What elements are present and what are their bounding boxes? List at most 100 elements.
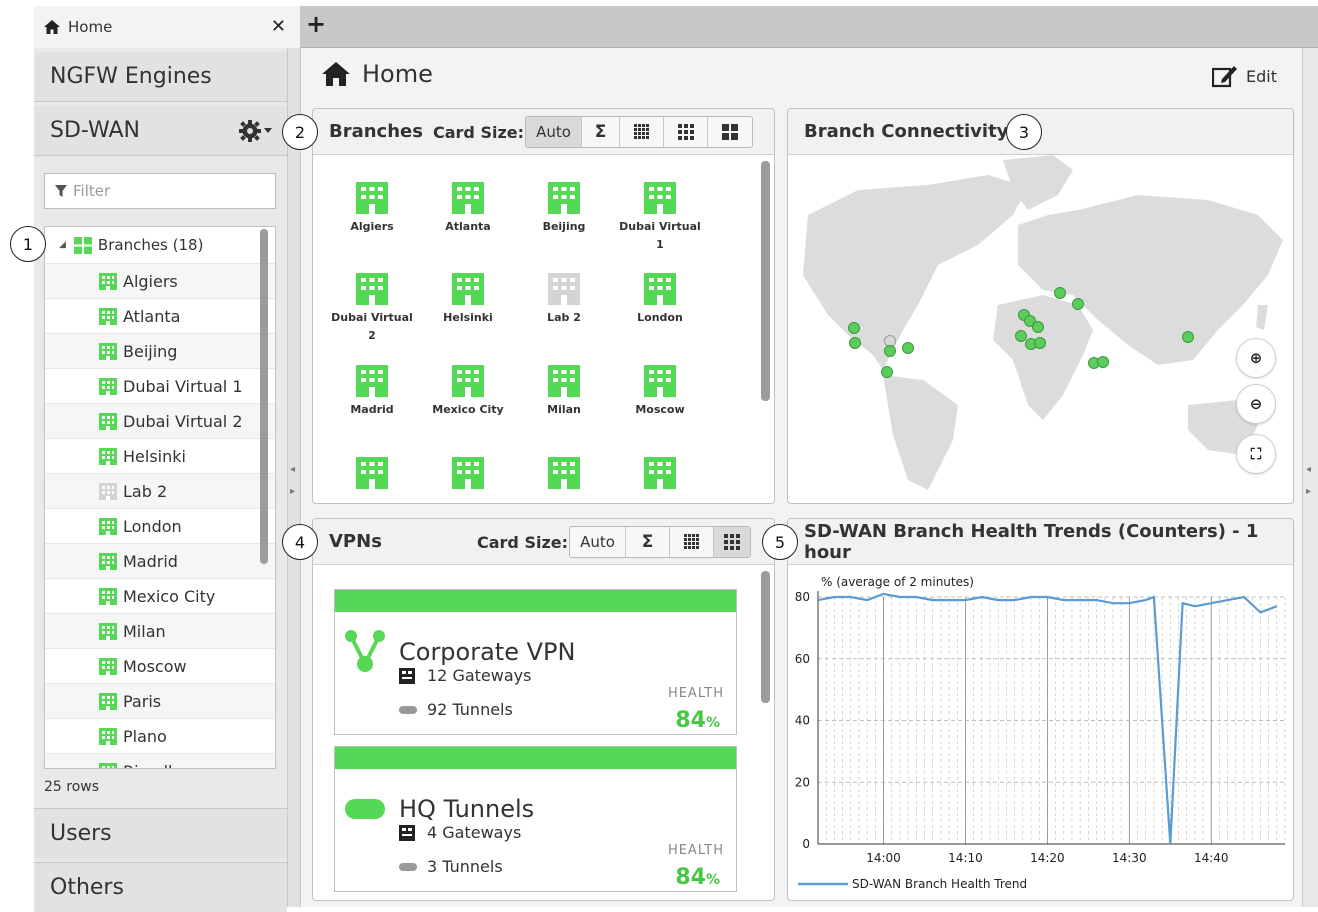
- card-size-auto[interactable]: Auto: [526, 117, 582, 147]
- vpns-scrollbar[interactable]: [761, 571, 770, 703]
- branch-card[interactable]: Mexico City: [423, 365, 513, 419]
- card-size-sum[interactable]: Σ: [582, 117, 620, 147]
- vpn-card-size-medium[interactable]: [714, 527, 750, 557]
- map-marker[interactable]: [884, 345, 896, 357]
- map-marker[interactable]: [1054, 287, 1066, 299]
- branch-card[interactable]: Madrid: [327, 365, 417, 419]
- branch-building-icon: [452, 457, 484, 489]
- map-marker[interactable]: [902, 342, 914, 354]
- branch-card[interactable]: Dubai Virtual 1: [615, 182, 705, 254]
- branch-card[interactable]: London: [615, 273, 705, 327]
- right-splitter[interactable]: ◂ ▸: [1302, 48, 1318, 907]
- tree-item-label: Beijing: [123, 341, 178, 361]
- tab-home[interactable]: Home ✕: [34, 6, 300, 48]
- map-marker[interactable]: [849, 337, 861, 349]
- y-axis-label: % (average of 2 minutes): [821, 575, 974, 589]
- zoom-in-button[interactable]: ⊕: [1236, 338, 1276, 378]
- card-size-large[interactable]: [708, 117, 752, 147]
- branches-card-size-selector[interactable]: Auto Σ: [525, 116, 753, 148]
- vpns-card-size-selector[interactable]: Auto Σ: [569, 526, 751, 558]
- branch-card[interactable]: [327, 457, 417, 493]
- tree-item[interactable]: London: [45, 508, 275, 543]
- tree-item[interactable]: Madrid: [45, 543, 275, 578]
- tree-item[interactable]: Paris: [45, 683, 275, 718]
- branch-card[interactable]: [423, 457, 513, 493]
- sidebar-section-users[interactable]: Users: [34, 808, 287, 858]
- tree-root-branches[interactable]: ◢ Branches (18): [45, 227, 275, 263]
- branches-title: Branches: [329, 121, 423, 142]
- map-marker[interactable]: [1032, 321, 1044, 333]
- branch-card[interactable]: Helsinki: [423, 273, 513, 327]
- health-trend-chart[interactable]: 0 20 40 60 80 14:00 14:10 14:20 14:30 14:40 % (ave…: [788, 565, 1293, 900]
- map-marker[interactable]: [848, 322, 860, 334]
- tree-item[interactable]: Dubai Virtual 1: [45, 368, 275, 403]
- branch-building-icon: [548, 365, 580, 397]
- sidebar-section-ngfw[interactable]: NGFW Engines: [34, 52, 287, 102]
- branch-card[interactable]: [519, 457, 609, 493]
- branch-card[interactable]: Algiers: [327, 182, 417, 236]
- sidebar-section-others[interactable]: Others: [34, 862, 287, 912]
- tree-item-label: Milan: [123, 621, 166, 641]
- vpn-health-value: 84%: [675, 708, 720, 733]
- branches-scrollbar[interactable]: [761, 161, 770, 401]
- vpn-card-size-small[interactable]: [670, 527, 714, 557]
- branch-card[interactable]: [615, 457, 705, 493]
- vpn-card-size-auto[interactable]: Auto: [570, 527, 626, 557]
- tree-item[interactable]: Dubai Virtual 2: [45, 403, 275, 438]
- world-map[interactable]: [788, 155, 1293, 503]
- branch-card[interactable]: Beijing: [519, 182, 609, 236]
- collapse-left-icon[interactable]: ◂: [290, 464, 295, 475]
- map-marker[interactable]: [1072, 298, 1084, 310]
- vpn-name: Corporate VPN: [399, 638, 576, 666]
- card-size-medium[interactable]: [664, 117, 708, 147]
- branch-card[interactable]: Dubai Virtual 2: [327, 273, 417, 345]
- map-marker[interactable]: [1182, 331, 1194, 343]
- tree-item[interactable]: Atlanta: [45, 298, 275, 333]
- expand-right-icon[interactable]: ▸: [290, 486, 295, 497]
- map-marker[interactable]: [1097, 356, 1109, 368]
- close-tab-icon[interactable]: ✕: [271, 16, 286, 37]
- sidebar-splitter[interactable]: ◂ ▸: [287, 48, 301, 907]
- tree-item[interactable]: Beijing: [45, 333, 275, 368]
- branch-card[interactable]: Atlanta: [423, 182, 513, 236]
- branch-card[interactable]: Moscow: [615, 365, 705, 419]
- vpn-card-corporate[interactable]: Corporate VPN 12 Gateways 92 Tunnels HEA…: [334, 589, 737, 735]
- users-label: Users: [50, 821, 112, 846]
- zoom-out-button[interactable]: ⊖: [1236, 384, 1276, 424]
- tree-item[interactable]: Plano: [45, 718, 275, 753]
- tree-root-label: Branches (18): [97, 236, 204, 254]
- gear-icon[interactable]: [239, 120, 273, 142]
- row-count: 25 rows: [44, 779, 100, 795]
- sidebar-section-sdwan[interactable]: SD-WAN: [34, 106, 287, 156]
- map-marker[interactable]: [1015, 330, 1027, 342]
- tree-item-label: Moscow: [123, 656, 187, 676]
- branch-card[interactable]: Milan: [519, 365, 609, 419]
- branch-card[interactable]: Lab 2: [519, 273, 609, 327]
- map-marker[interactable]: [881, 366, 893, 378]
- right-expand-icon[interactable]: ▸: [1306, 486, 1311, 497]
- fit-map-button[interactable]: ⛶: [1236, 434, 1276, 474]
- edit-button[interactable]: Edit: [1212, 64, 1277, 88]
- collapse-arrow-icon[interactable]: ◢: [59, 240, 66, 250]
- vpn-card-size-sum[interactable]: Σ: [626, 527, 670, 557]
- tree-item[interactable]: Moscow: [45, 648, 275, 683]
- tree-item[interactable]: Helsinki: [45, 438, 275, 473]
- tree-item[interactable]: Rivadh: [45, 753, 275, 768]
- branch-building-icon: [644, 273, 676, 305]
- tree-item[interactable]: Algiers: [45, 263, 275, 298]
- map-marker[interactable]: [1034, 337, 1046, 349]
- right-collapse-icon[interactable]: ◂: [1306, 464, 1311, 475]
- tree-scrollbar[interactable]: [260, 229, 268, 564]
- tunnel-icon: [399, 705, 417, 714]
- callout-2: 2: [282, 114, 318, 150]
- vpn-card-hq-tunnels[interactable]: HQ Tunnels 4 Gateways 3 Tunnels HEALTH 8…: [334, 746, 737, 892]
- filter-input[interactable]: Filter: [44, 173, 276, 209]
- card-size-small[interactable]: [620, 117, 664, 147]
- tree-item[interactable]: Mexico City: [45, 578, 275, 613]
- y-tick-label: 60: [795, 652, 810, 666]
- tree-item[interactable]: Lab 2: [45, 473, 275, 508]
- branch-building-icon: [452, 182, 484, 214]
- add-tab-button[interactable]: +: [306, 12, 326, 36]
- map-marker[interactable]: [884, 335, 896, 347]
- tree-item[interactable]: Milan: [45, 613, 275, 648]
